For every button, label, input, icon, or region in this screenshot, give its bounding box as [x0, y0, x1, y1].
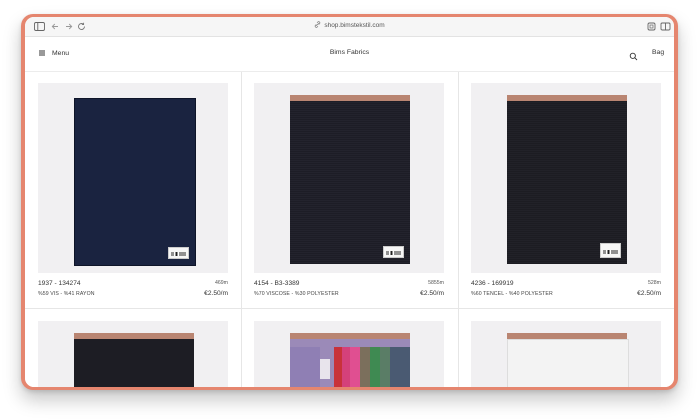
fabric-swatch — [290, 101, 410, 264]
grid-divider — [458, 72, 459, 387]
bag-link[interactable]: Bag — [652, 49, 664, 56]
fabric-swatch — [74, 339, 194, 387]
fabric-swatch — [74, 98, 196, 266]
brand-logo[interactable]: Bims Fabrics — [25, 49, 674, 56]
fabric-swatch — [507, 339, 629, 387]
search-icon[interactable] — [629, 48, 638, 66]
product-image[interactable] — [38, 321, 228, 387]
tabs-overview-icon[interactable] — [659, 20, 672, 33]
product-composition: %70 VISCOSE - %30 POLYESTER — [254, 291, 339, 297]
product-price: €2.50/m — [637, 290, 661, 297]
product-length: 469m — [215, 280, 228, 286]
barcode-label — [168, 247, 189, 259]
browser-toolbar: shop.bimstekstil.com — [25, 17, 674, 37]
barcode-label — [600, 243, 621, 258]
fabric-swatch-multicolor — [290, 339, 410, 387]
grid-divider — [241, 72, 242, 387]
product-composition: %60 TENCEL - %40 POLYESTER — [471, 291, 553, 297]
window-frame: shop.bimstekstil.com Menu Bims Fabrics B… — [21, 14, 678, 390]
product-image[interactable] — [254, 83, 444, 273]
product-price: €2.50/m — [204, 290, 228, 297]
extensions-icon[interactable] — [645, 20, 658, 33]
product-code: 4154 - B3-3389 — [254, 280, 300, 287]
product-image[interactable] — [254, 321, 444, 387]
product-length: 5855m — [428, 280, 444, 286]
product-length: 528m — [648, 280, 661, 286]
product-image[interactable] — [471, 83, 661, 273]
product-code: 1937 - 134274 — [38, 280, 81, 287]
site-header: Menu Bims Fabrics Bag — [25, 37, 674, 72]
link-icon — [314, 21, 321, 30]
grid-divider — [25, 308, 674, 309]
fabric-swatch — [507, 101, 627, 264]
address-bar[interactable]: shop.bimstekstil.com — [25, 21, 674, 30]
barcode-label — [383, 246, 404, 258]
product-price: €2.50/m — [420, 290, 444, 297]
product-image[interactable] — [471, 321, 661, 387]
url-text: shop.bimstekstil.com — [324, 22, 385, 29]
browser-window: shop.bimstekstil.com Menu Bims Fabrics B… — [25, 17, 674, 387]
product-image[interactable] — [38, 83, 228, 273]
product-grid: 1937 - 134274 469m %59 VIS - %41 RAYON €… — [25, 72, 674, 387]
product-code: 4236 - 169919 — [471, 280, 514, 287]
product-composition: %59 VIS - %41 RAYON — [38, 291, 95, 297]
